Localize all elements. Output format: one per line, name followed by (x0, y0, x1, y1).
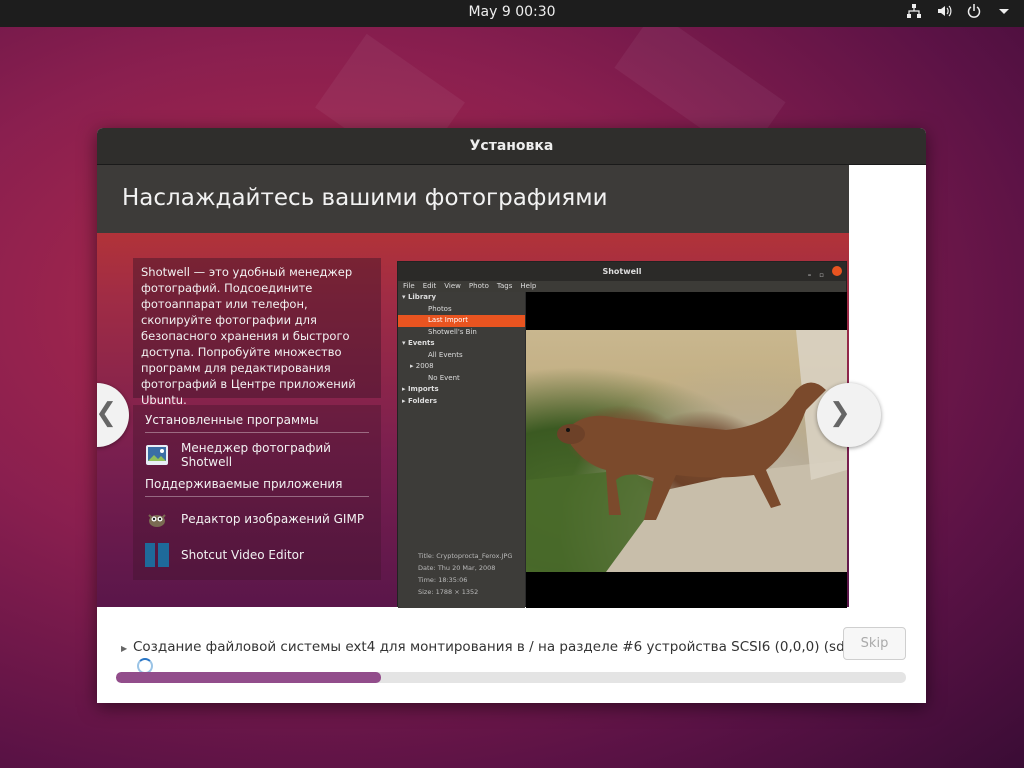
meta-key: Time: (418, 576, 437, 584)
meta-row: Size: 1788 × 1352 (418, 586, 525, 598)
meta-key: Size: (418, 588, 434, 596)
top-bar: May 9 00:30 (0, 0, 1024, 27)
meta-value: 18:35:06 (438, 576, 468, 584)
install-status-text: Создание файловой системы ext4 для монти… (133, 639, 872, 655)
meta-row: Date: Thu 20 Mar, 2008 (418, 562, 525, 574)
app-item: Shotcut Video Editor (145, 539, 369, 571)
shotwell-titlebar: Shotwell – ▫ (398, 262, 846, 281)
system-tray[interactable] (906, 3, 1012, 21)
sidebar-item-library: ▾ Library (402, 293, 437, 301)
shotwell-title: Shotwell (602, 267, 642, 276)
meta-key: Date: (418, 564, 436, 572)
clock[interactable]: May 9 00:30 (0, 4, 1024, 20)
close-icon (832, 266, 842, 276)
photo-fossa (526, 330, 847, 572)
app-item: Менеджер фотографий Shotwell (145, 439, 369, 471)
menu-view: View (444, 282, 461, 290)
next-slide-button[interactable]: ❯ (817, 383, 881, 447)
menu-help: Help (520, 282, 537, 290)
slideshow: Наслаждайтесь вашими фотографиями Shotwe… (97, 165, 849, 608)
slide-heading: Наслаждайтесь вашими фотографиями (97, 165, 849, 233)
menu-arrow-icon[interactable] (996, 3, 1012, 21)
sidebar-item-no-event: No Event (428, 373, 460, 382)
skip-button[interactable]: Skip (843, 627, 906, 660)
minimize-icon: – (807, 271, 812, 279)
app-name: Редактор изображений GIMP (181, 512, 365, 526)
window-title[interactable]: Установка (97, 128, 926, 165)
supported-apps-header: Поддерживаемые приложения (145, 475, 369, 497)
volume-icon[interactable] (936, 3, 952, 21)
window-controls: – ▫ (808, 266, 842, 285)
menu-tags: Tags (496, 282, 513, 290)
network-icon[interactable] (906, 3, 922, 21)
menu-file: File (403, 282, 415, 290)
app-name: Shotcut Video Editor (181, 548, 304, 562)
meta-key: Title: (418, 552, 435, 560)
sidebar-item-all-events: All Events (428, 350, 463, 359)
apps-panel: Установленные программы Менеджер фотогра… (133, 405, 381, 580)
power-icon[interactable] (966, 3, 982, 21)
shotwell-icon (145, 443, 169, 467)
sidebar-item-folders: ▸ Folders (402, 396, 438, 405)
expand-details-icon[interactable]: ▶ (121, 644, 127, 653)
shotcut-icon (145, 543, 169, 567)
sidebar-item-imports: ▸ Imports (402, 385, 439, 393)
shotwell-viewer (526, 292, 847, 608)
sidebar-item-events: ▾ Events (402, 339, 435, 347)
app-item: Редактор изображений GIMP (145, 503, 369, 535)
meta-value: 1788 × 1352 (435, 588, 479, 596)
install-progress-fill (116, 672, 381, 683)
chevron-left-icon: ❮ (97, 398, 117, 428)
app-name: Менеджер фотографий Shotwell (181, 441, 331, 469)
meta-row: Title: Cryptoprocta_Ferox.JPG (418, 550, 525, 562)
meta-row: Time: 18:35:06 (418, 574, 525, 586)
installer-window: Установка Наслаждайтесь вашими фотографи… (97, 128, 926, 703)
sidebar-item-bin: Shotwell's Bin (428, 327, 477, 336)
shotwell-screenshot: Shotwell – ▫ File Edit View Photo Tags H… (397, 261, 847, 608)
gimp-icon (145, 507, 169, 531)
sidebar-item-2008: ▸ 2008 (410, 362, 434, 370)
sidebar-item-photos: Photos (428, 304, 452, 313)
maximize-icon: ▫ (819, 271, 824, 279)
sidebar-item-last-import: Last Import (398, 315, 525, 327)
meta-value: Cryptoprocta_Ferox.JPG (436, 552, 513, 560)
meta-value: Thu 20 Mar, 2008 (437, 564, 496, 572)
chevron-right-icon: ❯ (829, 398, 851, 428)
installed-apps-header: Установленные программы (145, 411, 369, 433)
shotwell-menubar: File Edit View Photo Tags Help (398, 281, 846, 292)
menu-edit: Edit (422, 282, 437, 290)
photo-metadata: Title: Cryptoprocta_Ferox.JPG Date: Thu … (398, 550, 525, 598)
menu-photo: Photo (468, 282, 489, 290)
slide-description: Shotwell — это удобный менеджер фотограф… (133, 258, 381, 407)
install-progress-bar (116, 672, 906, 683)
